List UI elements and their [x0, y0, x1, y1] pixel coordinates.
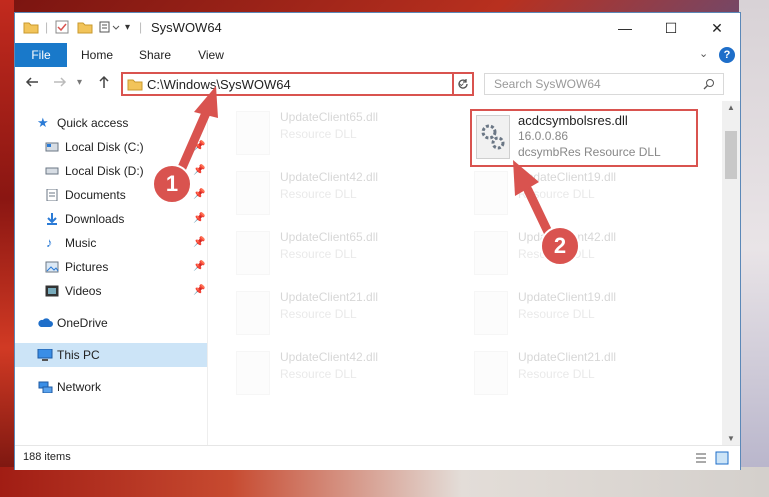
annotation-arrows	[176, 86, 553, 237]
step-two-callout: 2	[540, 226, 580, 266]
step-one-callout: 1	[152, 164, 192, 204]
